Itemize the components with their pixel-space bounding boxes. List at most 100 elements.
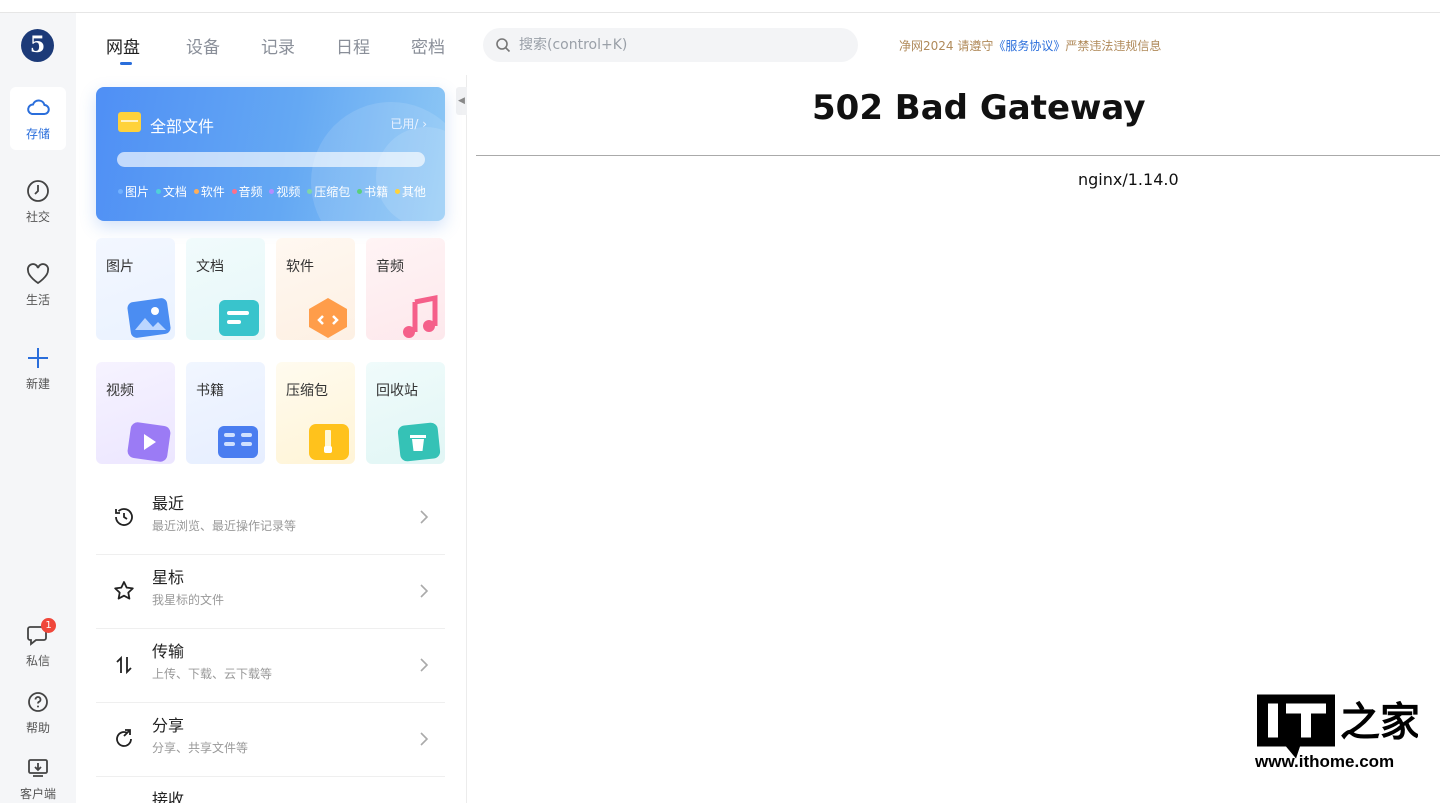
book-icon — [218, 426, 258, 458]
list-item-transfer[interactable]: 传输 上传、下载、云下载等 — [96, 629, 445, 703]
error-title: 502 Bad Gateway — [812, 88, 1146, 128]
category-label: 回收站 — [376, 383, 418, 399]
plus-icon — [28, 348, 48, 368]
trash-icon — [397, 422, 441, 462]
row-title: 传输 — [152, 642, 185, 661]
storage-used[interactable]: 已用/ › — [390, 115, 427, 132]
chevron-right-icon — [420, 510, 429, 524]
category-recycle-bin[interactable]: 回收站 — [366, 362, 445, 464]
tab-netdisk[interactable]: 网盘 — [106, 33, 140, 58]
watermark-url: www.ithome.com — [1255, 752, 1395, 771]
top-border — [0, 0, 1440, 13]
svg-text:之家: 之家 — [1340, 700, 1418, 746]
chevron-right-icon — [420, 732, 429, 746]
collapse-panel-button[interactable]: ◀ — [456, 87, 467, 115]
rail-label: 社交 — [25, 210, 50, 224]
category-video[interactable]: 视频 — [96, 362, 175, 464]
music-icon — [403, 294, 438, 338]
rail-label: 存储 — [25, 127, 50, 141]
rail-item-life[interactable]: 生活 — [10, 253, 66, 316]
category-label: 文档 — [196, 259, 224, 275]
clock-icon — [27, 180, 49, 202]
legend-item: 文档 — [154, 185, 187, 199]
help-icon — [28, 692, 48, 712]
rail-item-new[interactable]: 新建 — [10, 337, 66, 400]
divider — [476, 155, 1440, 156]
video-icon — [127, 422, 171, 462]
list-item-recent[interactable]: 最近 最近浏览、最近操作记录等 — [96, 481, 445, 555]
rail-label: 新建 — [25, 377, 50, 391]
tab-schedule[interactable]: 日程 — [336, 33, 370, 58]
tab-records[interactable]: 记录 — [261, 33, 295, 58]
software-icon — [309, 298, 347, 338]
category-label: 图片 — [106, 259, 134, 275]
app-logo[interactable]: 5 — [21, 29, 54, 62]
category-archives[interactable]: 压缩包 — [276, 362, 355, 464]
active-tab-indicator — [120, 62, 132, 65]
category-label: 压缩包 — [286, 383, 328, 399]
legend-item: 软件 — [192, 185, 225, 199]
search-input[interactable] — [519, 37, 839, 53]
compliance-notice: 净网2024 请遵守《服务协议》严禁违法违规信息 — [899, 37, 1161, 54]
category-books[interactable]: 书籍 — [186, 362, 265, 464]
rail-label: 客户端 — [19, 787, 56, 801]
notice-suffix: 严禁违法违规信息 — [1065, 39, 1162, 53]
chevron-right-icon — [420, 658, 429, 672]
storage-used-label: 已用/ — [390, 117, 419, 131]
share-icon — [116, 729, 132, 747]
tab-devices[interactable]: 设备 — [186, 33, 220, 58]
category-label: 软件 — [286, 259, 314, 275]
rail-item-storage[interactable]: 存储 — [10, 87, 66, 150]
legend-item: 其他 — [393, 185, 426, 199]
category-audio[interactable]: 音频 — [366, 238, 445, 340]
service-agreement-link[interactable]: 《服务协议》 — [993, 39, 1065, 53]
document-icon — [219, 300, 259, 336]
chevron-right-icon: › — [422, 117, 427, 131]
rail-item-social[interactable]: 社交 — [10, 170, 66, 233]
tab-vault[interactable]: 密档 — [411, 33, 445, 58]
row-title: 星标 — [152, 568, 185, 587]
row-subtitle: 上传、下载、云下载等 — [152, 667, 273, 681]
list-item-share[interactable]: 分享 分享、共享文件等 — [96, 703, 445, 777]
legend-item: 音频 — [230, 185, 263, 199]
list-item-receive[interactable]: 接收 — [96, 777, 445, 803]
category-images[interactable]: 图片 — [96, 238, 175, 340]
row-title: 分享 — [152, 716, 185, 735]
category-documents[interactable]: 文档 — [186, 238, 265, 340]
category-software[interactable]: 软件 — [276, 238, 355, 340]
transfer-icon — [116, 655, 132, 675]
row-title: 接收 — [152, 790, 185, 803]
download-icon — [28, 759, 48, 777]
unread-badge: 1 — [41, 618, 56, 633]
storage-usage-bar — [117, 152, 425, 167]
search-box[interactable] — [483, 28, 858, 62]
cloud-icon — [27, 99, 50, 115]
history-icon — [115, 508, 133, 526]
all-files-card[interactable]: 全部文件 已用/ › 图片 文档 软件 音频 视频 压缩包 书籍 其他 — [96, 87, 445, 221]
storage-legend: 图片 文档 软件 音频 视频 压缩包 书籍 其他 — [116, 183, 427, 200]
legend-item: 视频 — [267, 185, 300, 199]
image-icon — [127, 298, 171, 338]
chevron-right-icon — [420, 584, 429, 598]
row-subtitle: 最近浏览、最近操作记录等 — [152, 519, 297, 533]
notice-prefix: 净网2024 请遵守 — [899, 39, 994, 53]
category-label: 书籍 — [196, 383, 224, 399]
star-icon — [114, 581, 134, 600]
row-title: 最近 — [152, 494, 185, 513]
category-label: 视频 — [106, 383, 134, 399]
rail-label: 生活 — [25, 293, 50, 307]
list-item-starred[interactable]: 星标 我星标的文件 — [96, 555, 445, 629]
rail-label: 帮助 — [25, 721, 50, 735]
zip-icon — [309, 424, 349, 460]
search-icon — [496, 38, 511, 53]
legend-item: 压缩包 — [305, 185, 350, 199]
all-files-title: 全部文件 — [150, 117, 215, 136]
heart-icon — [26, 263, 50, 285]
legend-item: 图片 — [116, 185, 149, 199]
category-label: 音频 — [376, 259, 404, 275]
rail-item-messages[interactable]: 1 私信 — [10, 614, 66, 677]
row-subtitle: 我星标的文件 — [152, 593, 225, 607]
server-signature: nginx/1.14.0 — [1078, 170, 1179, 189]
rail-item-client[interactable]: 客户端 — [10, 747, 66, 810]
rail-item-help[interactable]: 帮助 — [10, 681, 66, 744]
